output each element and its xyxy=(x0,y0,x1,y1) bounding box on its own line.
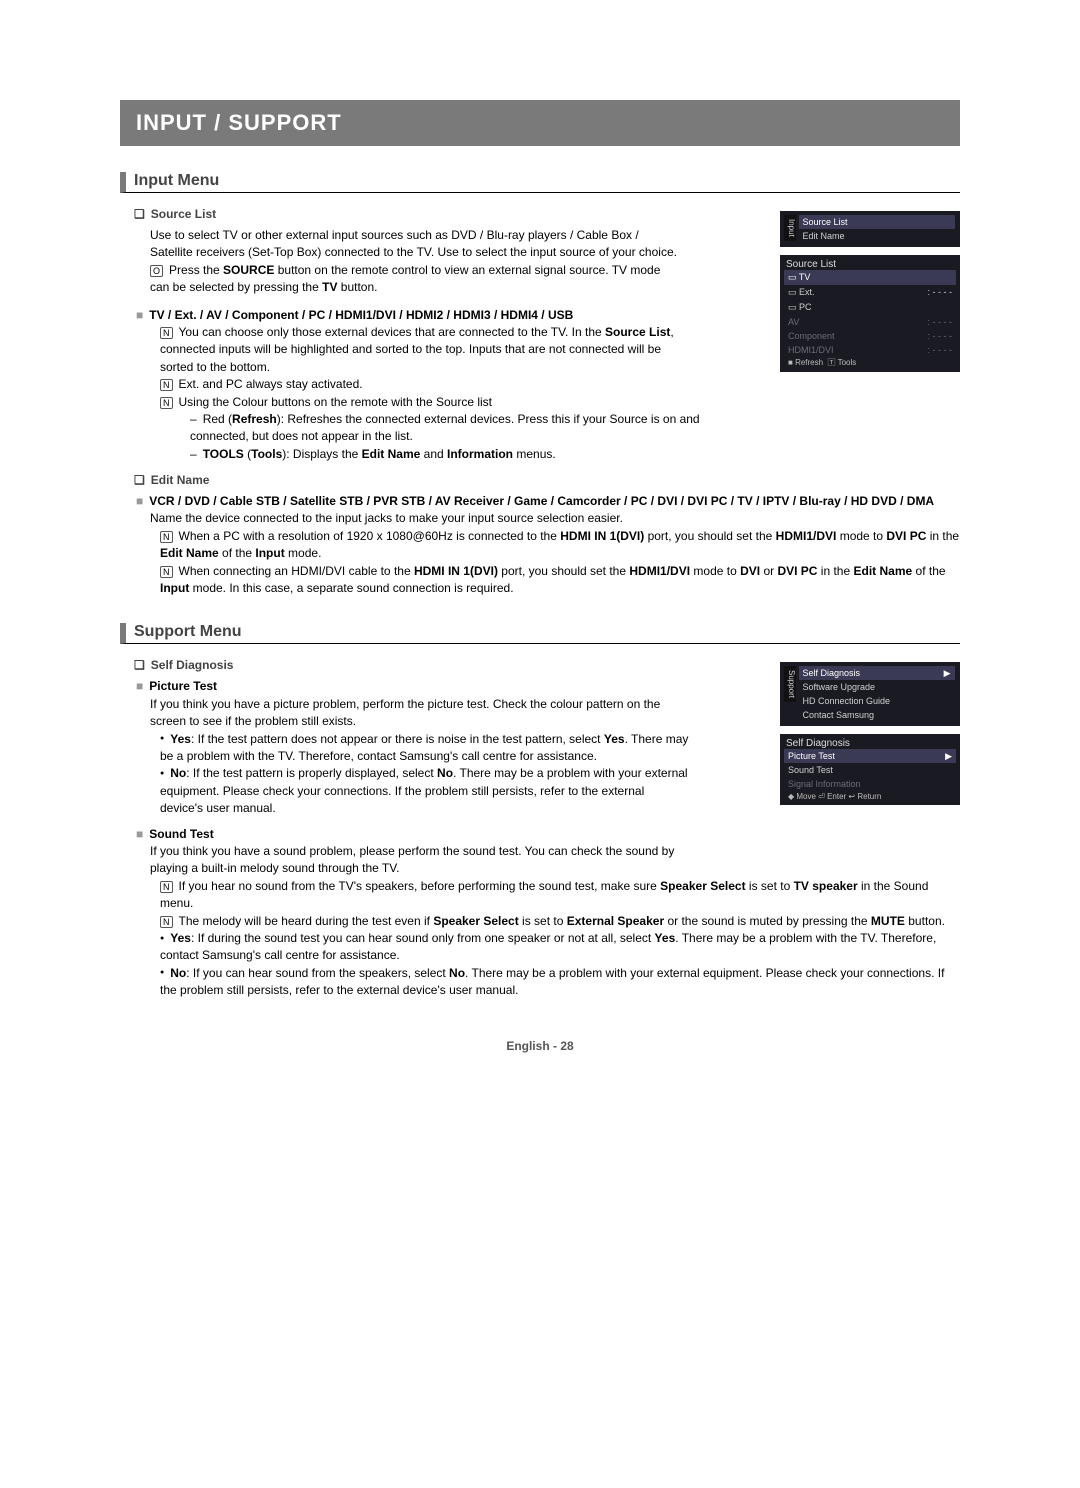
heading-sound-test: Sound Test xyxy=(149,827,213,841)
osd-footer-tools: Tools xyxy=(838,358,857,367)
sound-test-body: If you think you have a sound problem, p… xyxy=(150,843,710,878)
osd-source-footer: ■ Refresh 🅃 Tools xyxy=(784,356,860,369)
square-icon-3 xyxy=(136,679,149,693)
heading-source-list: Source List xyxy=(134,207,216,221)
osd-source-list: Source List ▭ TV ▭ Ext. : - - - - ▭ PC A… xyxy=(780,255,960,372)
osd-item-pc: ▭ PC xyxy=(784,300,956,315)
note-tv-ext-3: Using the Colour buttons on the remote w… xyxy=(160,394,690,411)
section-support-menu: Support Menu xyxy=(120,623,960,644)
picture-yes: Yes: If the test pattern does not appear… xyxy=(160,731,690,766)
note-red: Red (Refresh): Refreshes the connected e… xyxy=(190,411,720,446)
osd-ext-label: Ext. xyxy=(799,287,815,297)
osd-self-diag-footer: ◆ Move ⏎ Enter ↩ Return xyxy=(784,790,885,803)
note-tv-ext-1: You can choose only those external devic… xyxy=(160,324,690,376)
osd-item-source-list: Source List xyxy=(799,215,955,229)
osd-item-picture-test: Picture Test ▶ xyxy=(784,749,956,763)
sound-note1: If you hear no sound from the TV's speak… xyxy=(160,878,960,913)
osd-footer-refresh: Refresh xyxy=(795,358,823,367)
edit-name-note2: When connecting an HDMI/DVI cable to the… xyxy=(160,563,960,598)
osd-ext-val: : - - - - xyxy=(928,287,953,297)
square-icon xyxy=(136,308,149,322)
heading-picture-test: Picture Test xyxy=(149,679,217,693)
osd-support-menu: Support Self Diagnosis ▶ Software Upgrad… xyxy=(780,662,960,726)
heading-tv-ext: TV / Ext. / AV / Component / PC / HDMI1/… xyxy=(149,308,573,322)
osd-av-label: AV xyxy=(788,317,799,327)
osd-self-diag-panel: Self Diagnosis Picture Test ▶ Sound Test… xyxy=(780,734,960,805)
osd-item-sw-upgrade: Software Upgrade xyxy=(799,680,955,694)
heading-self-diag: Self Diagnosis xyxy=(134,658,233,672)
note-tools: TOOLS (Tools): Displays the Edit Name an… xyxy=(190,446,720,463)
text-press-source: Press the SOURCE button on the remote co… xyxy=(150,262,680,297)
osd-hdmi-label: HDMI1/DVI xyxy=(788,345,834,355)
square-icon-4 xyxy=(136,827,149,841)
osd-item-component: Component : - - - - xyxy=(784,329,956,343)
osd-input-menu: Input Source List Edit Name xyxy=(780,211,960,247)
osd-source-list-title: Source List xyxy=(784,257,838,272)
edit-name-note1: When a PC with a resolution of 1920 x 10… xyxy=(160,528,960,563)
sound-yes: Yes: If during the sound test you can he… xyxy=(160,930,960,965)
osd-item-hd-guide: HD Connection Guide xyxy=(799,694,955,708)
section-input-menu: Input Menu xyxy=(120,172,960,193)
osd-item-hdmi1: HDMI1/DVI : - - - - xyxy=(784,343,956,357)
osd-item-av: AV : - - - - xyxy=(784,315,956,329)
sound-no: No: If you can hear sound from the speak… xyxy=(160,965,960,1000)
osd-side-label-input: Input xyxy=(784,215,796,241)
osd-side-label-support: Support xyxy=(784,666,796,702)
edit-name-devices: VCR / DVD / Cable STB / Satellite STB / … xyxy=(149,494,934,508)
osd-item-signal-info: Signal Information xyxy=(784,777,956,791)
osd-item-edit-name: Edit Name xyxy=(799,229,955,243)
osd-comp-val: : - - - - xyxy=(928,331,953,341)
osd-item-tv: ▭ TV xyxy=(784,270,956,285)
osd-hdmi-val: : - - - - xyxy=(928,345,953,355)
osd-panels-support: Support Self Diagnosis ▶ Software Upgrad… xyxy=(780,662,960,813)
osd-panels-input: Input Source List Edit Name Source List … xyxy=(780,211,960,380)
osd-item-sound-test: Sound Test xyxy=(784,763,956,777)
square-icon-2 xyxy=(136,494,149,508)
page-banner: INPUT / SUPPORT xyxy=(120,100,960,146)
osd-self-diag-title: Self Diagnosis xyxy=(784,736,852,751)
osd-self-diag-label: Self Diagnosis xyxy=(803,668,861,678)
osd-av-val: : - - - - xyxy=(928,317,953,327)
osd-pc-label: PC xyxy=(799,302,812,312)
osd-comp-label: Component xyxy=(788,331,835,341)
edit-name-body: Name the device connected to the input j… xyxy=(150,510,960,527)
osd-picture-test-label: Picture Test xyxy=(788,751,835,761)
note-tv-ext-2: Ext. and PC always stay activated. xyxy=(160,376,690,393)
osd-item-ext: ▭ Ext. : - - - - xyxy=(784,285,956,300)
text-source-list-body: Use to select TV or other external input… xyxy=(150,227,680,262)
picture-test-body: If you think you have a picture problem,… xyxy=(150,696,680,731)
heading-edit-name: Edit Name xyxy=(134,473,209,487)
osd-item-self-diag: Self Diagnosis ▶ xyxy=(799,666,955,680)
sound-note2: The melody will be heard during the test… xyxy=(160,913,960,930)
osd-item-contact: Contact Samsung xyxy=(799,708,955,722)
osd-tv-label: TV xyxy=(799,272,811,282)
picture-no: No: If the test pattern is properly disp… xyxy=(160,765,690,817)
page-footer: English - 28 xyxy=(120,1039,960,1053)
